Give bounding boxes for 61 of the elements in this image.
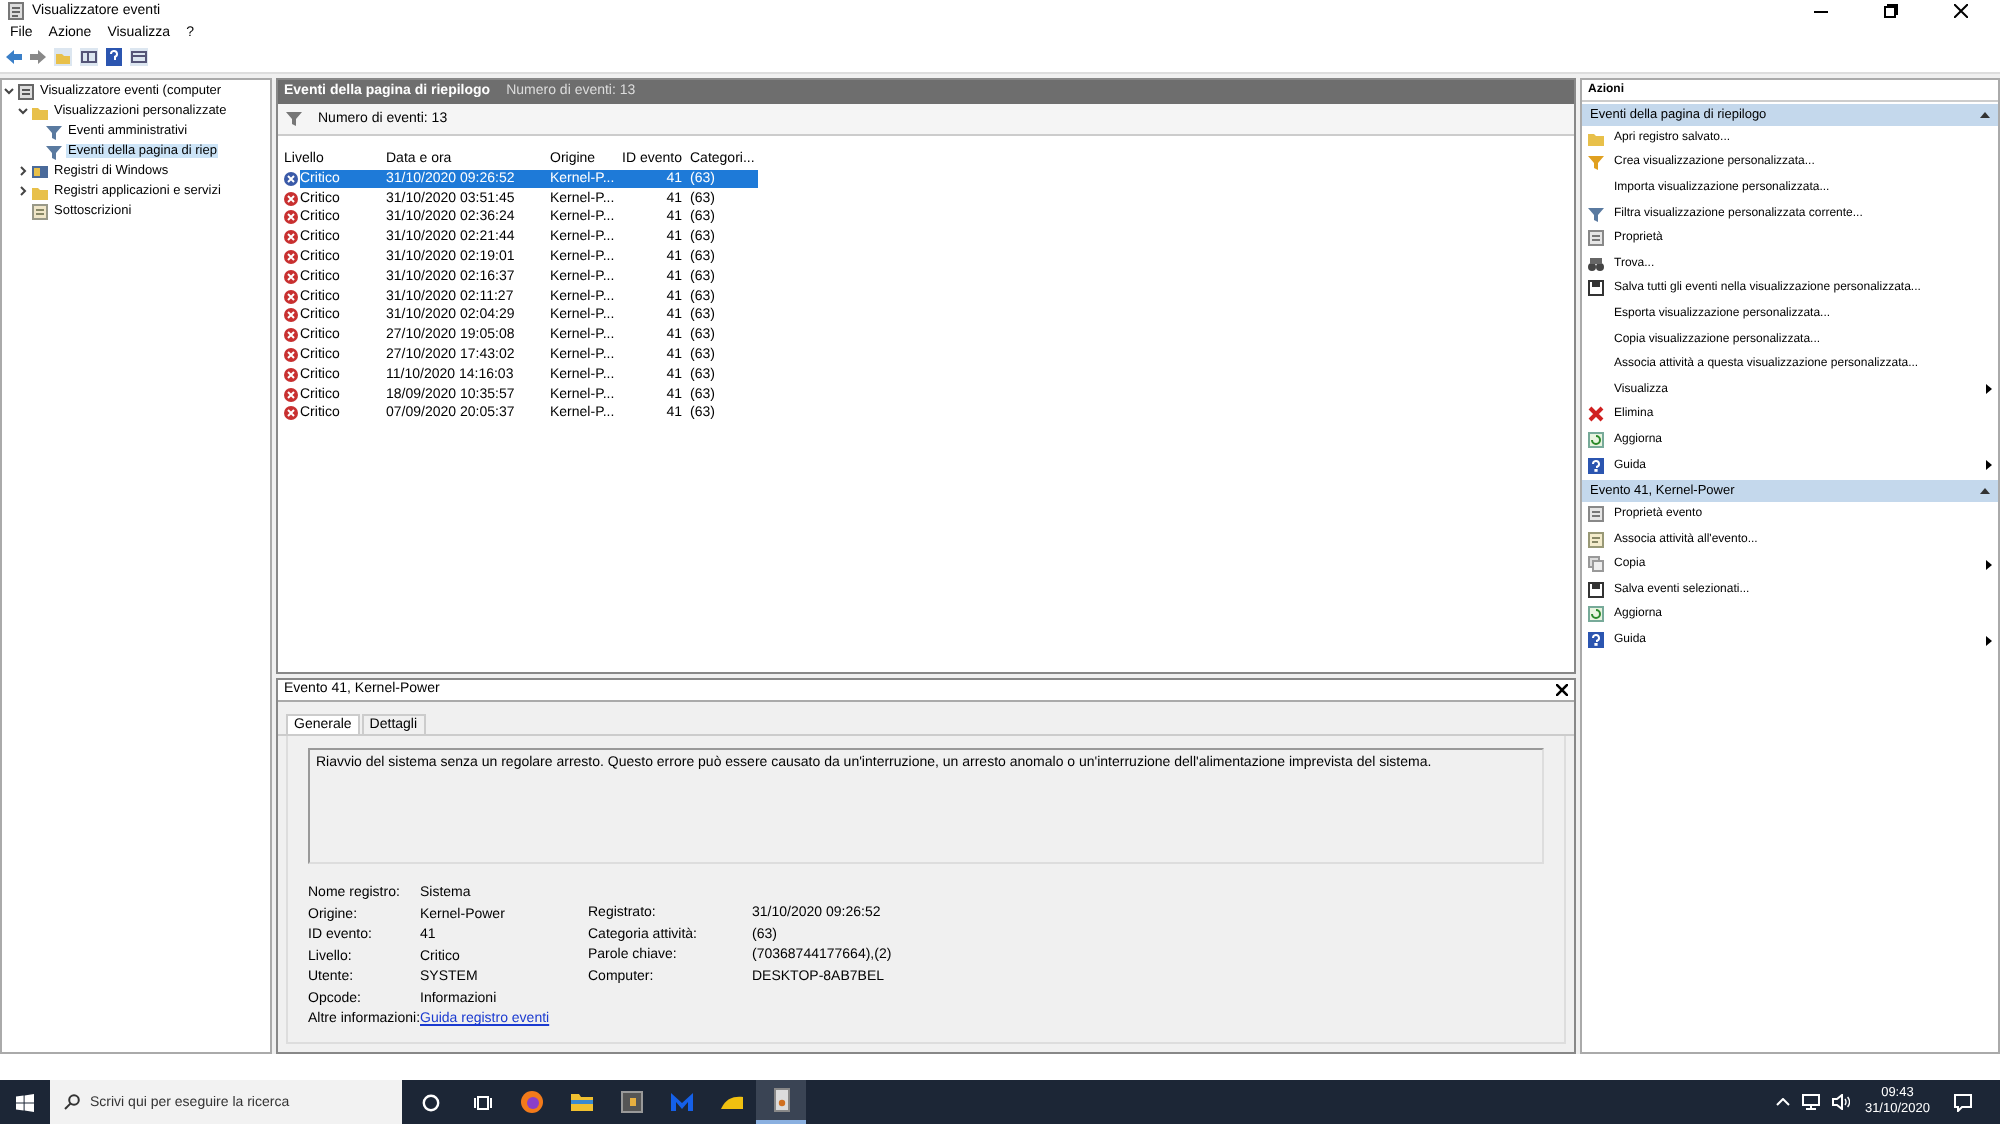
logs-icon — [32, 163, 48, 179]
expanded-chevron-icon[interactable] — [18, 106, 28, 116]
floppy-icon — [1588, 581, 1604, 598]
browser-icon — [519, 1090, 543, 1114]
critical-error-icon — [284, 387, 298, 402]
app-icon — [619, 1090, 643, 1114]
funnel-icon — [1588, 205, 1604, 222]
taskbar-app-button[interactable] — [756, 1080, 806, 1124]
close-icon[interactable] — [1954, 4, 1968, 19]
properties-icon — [1588, 506, 1604, 523]
properties-icon — [1588, 230, 1604, 247]
search-icon — [64, 1094, 80, 1110]
computer-log-icon — [18, 83, 34, 99]
critical-error-icon — [284, 289, 298, 304]
help-icon[interactable] — [106, 48, 122, 67]
folder-icon — [569, 1090, 593, 1114]
folder-icon — [32, 103, 48, 119]
critical-error-icon — [284, 406, 298, 421]
expanded-chevron-icon[interactable] — [4, 86, 14, 96]
funnel-icon — [1588, 154, 1604, 171]
subscriptions-icon — [32, 203, 48, 219]
collapsed-chevron-icon[interactable] — [18, 166, 28, 176]
windows-logo-icon[interactable] — [16, 1093, 34, 1111]
copy-icon — [1588, 556, 1604, 573]
back-arrow-icon[interactable] — [6, 50, 22, 65]
collapsed-chevron-icon[interactable] — [18, 186, 28, 196]
critical-error-icon — [284, 230, 298, 245]
event-viewer-icon — [769, 1088, 793, 1112]
notification-icon[interactable] — [1954, 1093, 1972, 1111]
close-icon[interactable] — [1556, 683, 1568, 695]
critical-error-icon — [284, 308, 298, 323]
floppy-icon — [1588, 280, 1604, 297]
refresh-icon — [1588, 606, 1604, 623]
panel-icon[interactable] — [130, 48, 148, 67]
network-icon[interactable] — [1802, 1094, 1821, 1110]
funnel-icon — [286, 110, 302, 126]
binoculars-icon — [1588, 255, 1604, 272]
critical-error-icon — [284, 191, 298, 206]
folder-icon — [32, 183, 48, 199]
task-view-icon[interactable] — [474, 1093, 492, 1111]
panel-icon[interactable] — [80, 48, 98, 67]
app-icon — [8, 2, 24, 21]
maximize-icon[interactable] — [1884, 4, 1898, 19]
critical-error-icon — [284, 367, 298, 382]
critical-error-icon — [284, 269, 298, 284]
help-icon — [1588, 632, 1604, 649]
critical-error-icon — [284, 348, 298, 363]
speaker-icon[interactable] — [1832, 1094, 1851, 1110]
task-icon — [1588, 531, 1604, 548]
help-icon — [1588, 457, 1604, 474]
critical-error-icon — [284, 328, 298, 343]
cortana-icon[interactable] — [422, 1093, 440, 1111]
folder-icon — [1588, 129, 1604, 146]
chevron-up-icon[interactable] — [1776, 1098, 1791, 1106]
critical-error-icon — [284, 210, 298, 225]
critical-error-icon — [284, 171, 298, 186]
m-logo-icon — [669, 1090, 693, 1114]
refresh-icon — [1588, 431, 1604, 448]
forward-arrow-icon[interactable] — [30, 50, 46, 65]
critical-error-icon — [284, 250, 298, 265]
delete-icon — [1588, 406, 1604, 423]
